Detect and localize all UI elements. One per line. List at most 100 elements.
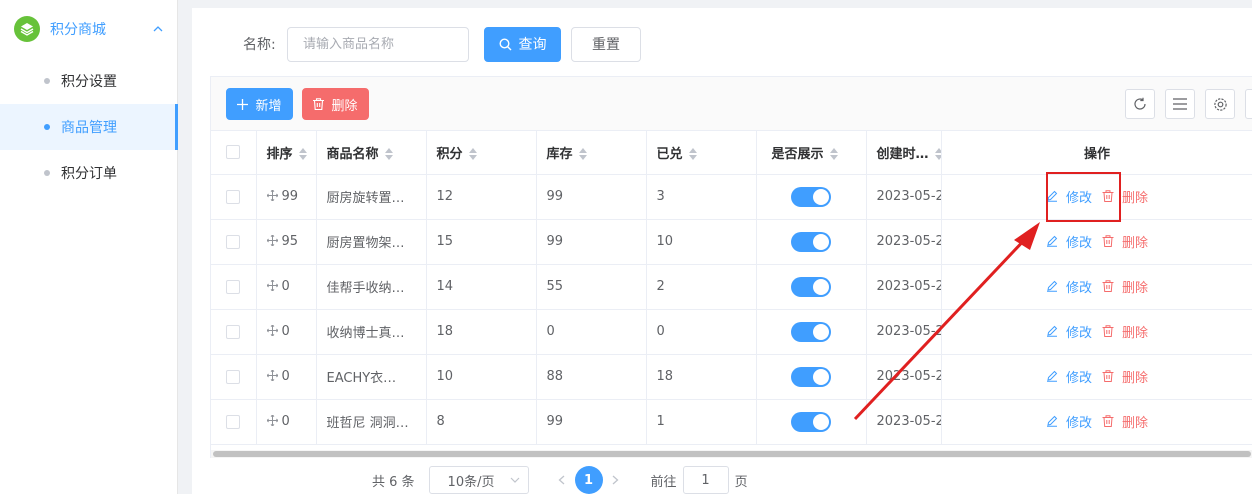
header-show[interactable]: 是否展示 <box>756 131 867 175</box>
edit-button[interactable]: 修改 <box>1046 412 1092 431</box>
header-stock[interactable]: 库存 <box>536 131 647 175</box>
bullet-dot-icon <box>44 170 50 176</box>
select-all-cell[interactable] <box>211 131 257 175</box>
show-toggle-switch[interactable] <box>791 411 831 432</box>
drag-handle-icon[interactable] <box>266 369 282 384</box>
page-size-value: 10条/页 <box>447 474 495 490</box>
header-redeemed[interactable]: 已兑 <box>646 131 757 175</box>
header-label: 操作 <box>1083 146 1110 162</box>
drag-handle-icon[interactable] <box>266 234 282 249</box>
drag-handle-icon[interactable] <box>266 189 282 204</box>
bullet-dot-icon <box>44 124 50 130</box>
points-cell: 15 <box>426 219 537 265</box>
density-menu-icon[interactable] <box>1165 89 1195 119</box>
row-checkbox[interactable] <box>226 279 241 294</box>
menu-group-points-mall[interactable]: 积分商城 <box>0 0 177 58</box>
row-select-cell[interactable] <box>211 309 257 355</box>
refresh-icon[interactable] <box>1125 89 1155 119</box>
header-created[interactable]: 创建时间 <box>866 131 942 175</box>
edit-button[interactable]: 修改 <box>1046 277 1092 296</box>
header-label: 积分 <box>436 146 463 162</box>
show-toggle-switch[interactable] <box>791 186 831 207</box>
row-checkbox[interactable] <box>226 324 241 339</box>
sort-caret-icon[interactable] <box>298 148 307 161</box>
delete-label: 删除 <box>1122 190 1149 206</box>
table-row: 95 厨房置物架…159910 2023-05-20 修改 删除 <box>211 219 1252 265</box>
batch-delete-button[interactable]: 删除 <box>302 88 369 120</box>
sort-cell[interactable]: 0 <box>256 264 317 310</box>
show-toggle-switch[interactable] <box>791 276 831 297</box>
prev-page-icon[interactable] <box>553 475 571 485</box>
page-size-select[interactable]: 10条/页 <box>428 466 529 494</box>
drag-handle-icon[interactable] <box>266 279 282 294</box>
sort-cell[interactable]: 95 <box>256 219 317 265</box>
sort-caret-icon[interactable] <box>384 148 393 161</box>
redeemed-cell: 2 <box>646 264 757 310</box>
operations-cell: 修改 删除 <box>941 219 1252 265</box>
delete-button[interactable]: 删除 <box>1102 412 1148 431</box>
delete-button[interactable]: 删除 <box>1102 277 1148 296</box>
row-select-cell[interactable] <box>211 174 257 220</box>
gear-icon[interactable] <box>1205 89 1235 119</box>
sidebar-item-points-settings[interactable]: 积分设置 <box>0 58 177 104</box>
row-select-cell[interactable] <box>211 399 257 445</box>
query-button-label: 查询 <box>518 37 547 53</box>
delete-button[interactable]: 删除 <box>1102 232 1148 251</box>
header-product-name[interactable]: 商品名称 <box>316 131 427 175</box>
select-all-checkbox[interactable] <box>226 145 241 160</box>
show-switch-cell <box>756 264 867 310</box>
goto-page-input[interactable] <box>682 466 729 494</box>
edit-label: 修改 <box>1065 235 1092 251</box>
scrollbar-thumb[interactable] <box>213 451 1251 457</box>
show-switch-cell <box>756 354 867 400</box>
sort-cell[interactable]: 0 <box>256 399 317 445</box>
drag-handle-icon[interactable] <box>266 414 282 429</box>
table-row: 0 佳帮手收纳…14552 2023-05-20 修改 删除 <box>211 264 1252 310</box>
next-page-icon[interactable] <box>607 475 625 485</box>
header-sort[interactable]: 排序 <box>256 131 317 175</box>
sidebar-item-points-orders[interactable]: 积分订单 <box>0 150 177 196</box>
add-button[interactable]: 新增 <box>226 88 293 120</box>
sort-cell[interactable]: 0 <box>256 309 317 355</box>
created-time-cell: 2023-05-20 <box>866 309 942 355</box>
redeemed-cell: 1 <box>646 399 757 445</box>
created-time-cell: 2023-05-20 <box>866 219 942 265</box>
query-button[interactable]: 查询 <box>484 26 561 62</box>
sort-caret-icon[interactable] <box>688 148 697 161</box>
row-select-cell[interactable] <box>211 354 257 400</box>
show-toggle-switch[interactable] <box>791 321 831 342</box>
redeemed-cell: 3 <box>646 174 757 220</box>
row-select-cell[interactable] <box>211 219 257 265</box>
row-checkbox[interactable] <box>226 234 241 249</box>
main-content: 名称: 查询 重置 新增 删除 <box>192 8 1252 494</box>
drag-handle-icon[interactable] <box>266 324 282 339</box>
sort-cell[interactable]: 99 <box>256 174 317 220</box>
edit-button[interactable]: 修改 <box>1046 367 1092 386</box>
reset-button[interactable]: 重置 <box>571 26 641 62</box>
row-checkbox[interactable] <box>226 189 241 204</box>
sort-caret-icon[interactable] <box>578 148 587 161</box>
edit-label: 修改 <box>1065 370 1092 386</box>
edit-button[interactable]: 修改 <box>1046 322 1092 341</box>
row-checkbox[interactable] <box>226 414 241 429</box>
edit-icon <box>1046 235 1062 248</box>
delete-button[interactable]: 删除 <box>1102 367 1148 386</box>
delete-button[interactable]: 删除 <box>1102 322 1148 341</box>
product-name-cell: 收纳博士真… <box>316 309 427 355</box>
show-toggle-switch[interactable] <box>791 366 831 387</box>
page-number-current[interactable]: 1 <box>574 466 603 494</box>
edit-button[interactable]: 修改 <box>1046 232 1092 251</box>
row-checkbox[interactable] <box>226 369 241 384</box>
show-toggle-switch[interactable] <box>791 231 831 252</box>
more-tools-icon[interactable] <box>1245 89 1252 119</box>
header-points[interactable]: 积分 <box>426 131 537 175</box>
horizontal-scrollbar[interactable] <box>211 450 1252 458</box>
sort-cell[interactable]: 0 <box>256 354 317 400</box>
product-name-search-input[interactable] <box>287 26 469 62</box>
chevron-up-icon <box>153 24 163 34</box>
sidebar-item-product-management[interactable]: 商品管理 <box>0 104 178 150</box>
sort-caret-icon[interactable] <box>934 148 940 161</box>
sort-caret-icon[interactable] <box>468 148 477 161</box>
sort-caret-icon[interactable] <box>829 148 838 161</box>
row-select-cell[interactable] <box>211 264 257 310</box>
